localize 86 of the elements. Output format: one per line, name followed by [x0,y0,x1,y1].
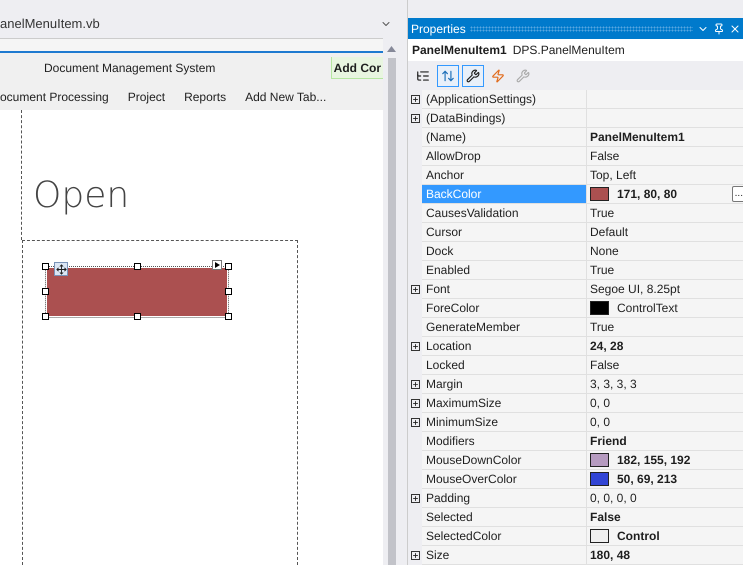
expand-icon[interactable] [410,95,420,104]
pin-icon[interactable] [713,22,725,34]
document-tab[interactable]: anelMenuItem.vb [0,14,100,34]
expand-icon[interactable] [410,114,420,123]
property-value[interactable]: True [590,261,614,279]
resize-handle[interactable] [42,288,49,295]
property-row[interactable]: Font Segoe UI, 8.25pt [408,280,743,299]
property-row[interactable]: Margin 3, 3, 3, 3 [408,375,743,394]
expand-icon[interactable] [410,285,420,294]
menu-item[interactable]: Project [128,88,166,106]
property-value[interactable]: ControlText [617,299,678,317]
property-row[interactable]: Cursor Default [408,223,743,242]
expand-icon[interactable] [410,418,420,427]
property-row[interactable]: (Name) PanelMenuItem1 [408,128,743,147]
expand-icon[interactable] [410,342,420,351]
resize-handle[interactable] [225,313,232,320]
property-row[interactable]: Selected False [408,508,743,527]
property-row[interactable]: ForeColor ControlText [408,299,743,318]
resize-handle[interactable] [42,263,49,270]
property-value[interactable]: 0, 0 [590,413,610,431]
property-row[interactable]: Anchor Top, Left [408,166,743,185]
property-value[interactable]: 171, 80, 80 [617,185,678,203]
property-value[interactable]: PanelMenuItem1 [590,128,685,146]
property-value[interactable]: 24, 28 [590,337,624,355]
property-row[interactable]: Size 180, 48 [408,546,743,565]
property-name[interactable]: Size [422,546,587,565]
scroll-up-icon[interactable] [387,46,396,52]
property-value[interactable]: 50, 69, 213 [617,470,678,488]
property-row[interactable]: Enabled True [408,261,743,280]
property-value[interactable]: Segoe UI, 8.25pt [590,280,680,298]
property-row[interactable]: Location 24, 28 [408,337,743,356]
property-row[interactable]: GenerateMember True [408,318,743,337]
resize-handle[interactable] [42,313,49,320]
resize-handle[interactable] [134,313,141,320]
property-value[interactable]: 182, 155, 192 [617,451,690,469]
property-row[interactable]: BackColor 171, 80, 80 ... [408,185,743,204]
property-value[interactable]: 0, 0 [590,394,610,412]
smart-tag-icon[interactable] [212,260,222,270]
expand-icon[interactable] [410,380,420,389]
expand-icon[interactable] [410,551,420,560]
property-row[interactable]: Modifiers Friend [408,432,743,451]
wrench-page-icon[interactable] [462,64,484,86]
add-button[interactable]: Add Cor [330,57,383,79]
panel-title: Properties [411,20,466,38]
form-title: Document Management System [43,60,216,77]
heading: Open [33,178,130,214]
property-row[interactable]: MouseDownColor 182, 155, 192 [408,451,743,470]
property-value[interactable]: Default [590,223,628,241]
resize-handle[interactable] [225,263,232,270]
property-row[interactable]: (DataBindings) [408,109,743,128]
property-value[interactable]: 0, 0, 0, 0 [590,489,637,507]
property-value[interactable]: 180, 48 [590,546,630,564]
property-value[interactable]: Control [617,527,660,545]
property-value[interactable]: Friend [590,432,627,450]
property-row[interactable]: Dock None [408,242,743,261]
property-value[interactable]: True [590,204,614,222]
gripper[interactable] [470,26,693,32]
property-value[interactable]: False [590,147,620,165]
property-row[interactable]: Padding 0, 0, 0, 0 [408,489,743,508]
property-value[interactable]: True [590,318,614,336]
object-selector[interactable]: PanelMenuItem1 DPS.PanelMenuItem [408,39,743,61]
menu-item[interactable]: Add New Tab... [245,88,326,106]
property-row[interactable]: MinimumSize 0, 0 [408,413,743,432]
property-value[interactable]: None [590,242,619,260]
property-row[interactable]: CausesValidation True [408,204,743,223]
property-row[interactable]: SelectedColor Control [408,527,743,546]
property-value[interactable]: 3, 3, 3, 3 [590,375,637,393]
ellipsis-button[interactable]: ... [732,186,743,202]
scrollbar-thumb[interactable] [388,58,396,565]
property-value[interactable]: Top, Left [590,166,636,184]
property-row[interactable]: MouseOverColor 50, 69, 213 [408,470,743,489]
move-handle[interactable] [54,262,68,276]
close-icon[interactable] [729,22,741,34]
property-row[interactable]: (ApplicationSettings) [408,90,743,109]
sort-icon[interactable] [437,64,459,86]
menu-item[interactable]: Reports [184,88,226,106]
property-row[interactable]: Locked False [408,356,743,375]
property-row[interactable]: MaximumSize 0, 0 [408,394,743,413]
property-row[interactable]: AllowDrop False [408,147,743,166]
menu-item[interactable]: ocument Processing [0,88,109,106]
expand-icon[interactable] [410,399,420,408]
expand-icon[interactable] [410,494,420,503]
resize-handle[interactable] [225,288,232,295]
resize-handle[interactable] [134,263,141,270]
property-value[interactable]: False [590,508,621,526]
property-value[interactable]: False [590,356,620,374]
